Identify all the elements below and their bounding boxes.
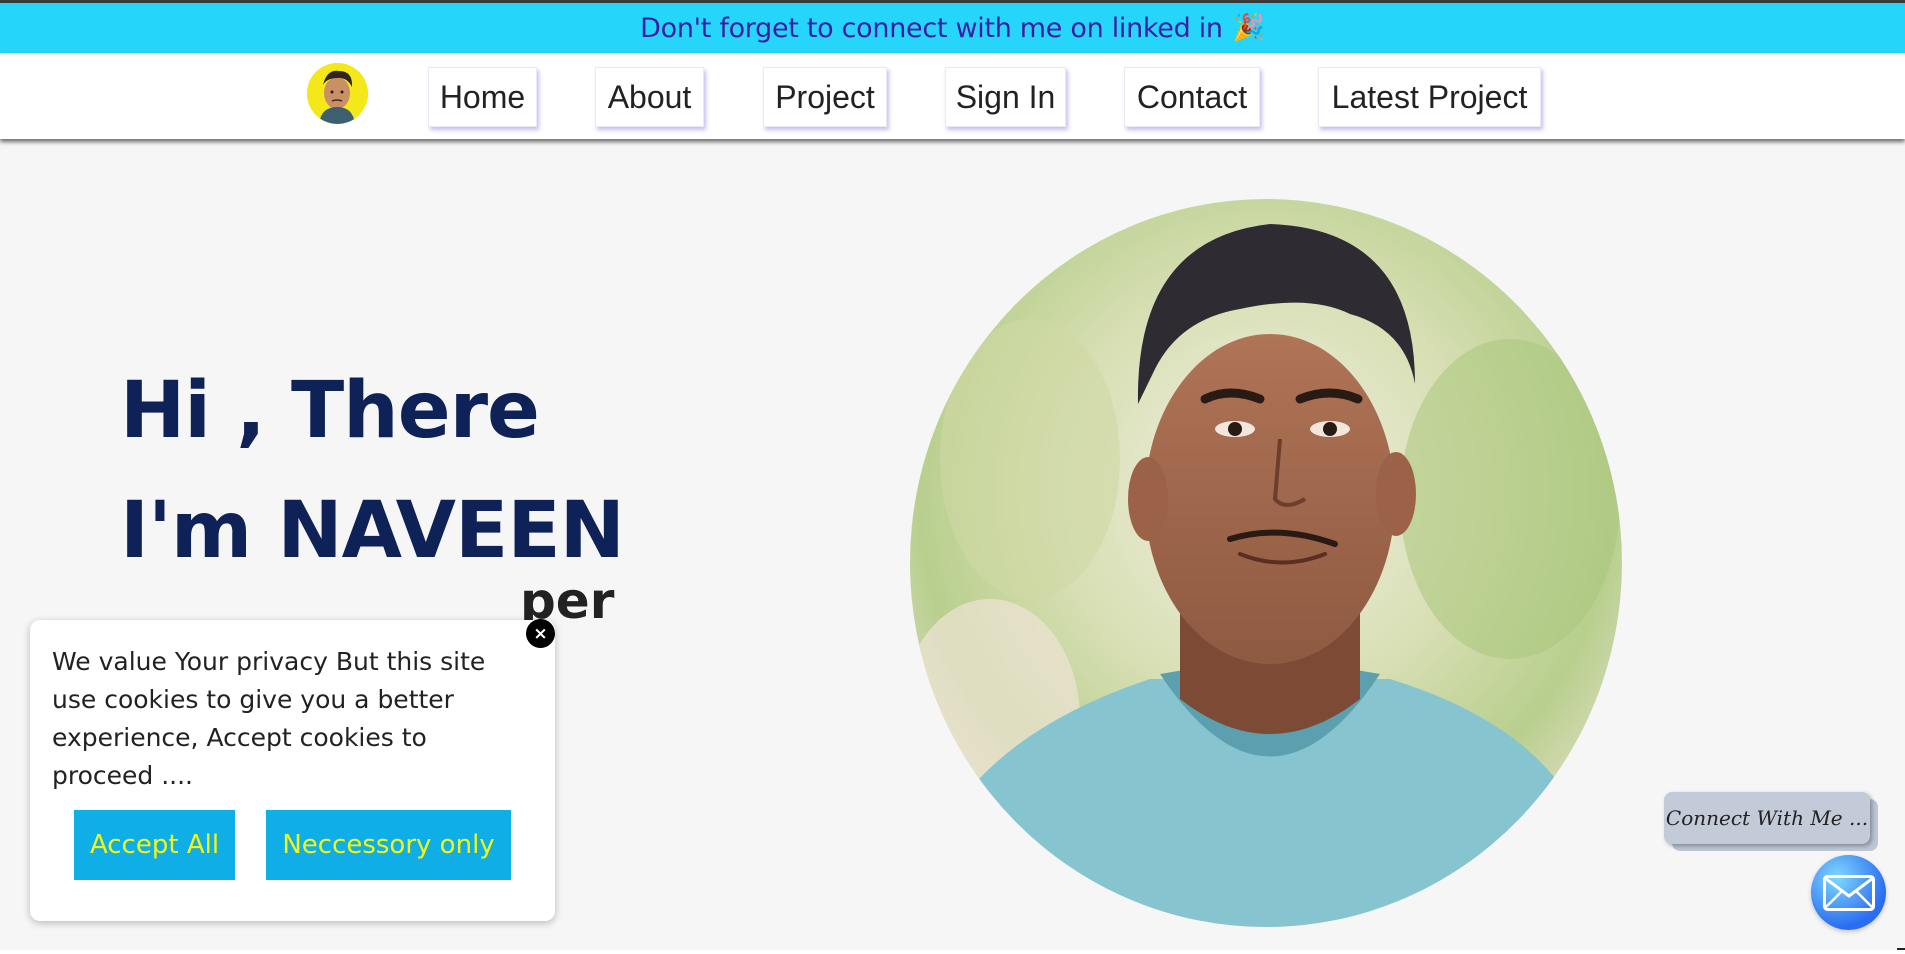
nav-project[interactable]: Project	[763, 67, 887, 127]
cookie-message: We value Your privacy But this site use …	[52, 647, 486, 790]
mail-icon	[1822, 874, 1875, 911]
connect-with-me-button[interactable]: Connect With Me ...	[1664, 792, 1870, 844]
avatar-logo[interactable]	[307, 63, 368, 124]
nav-home[interactable]: Home	[428, 67, 537, 127]
profile-photo	[910, 199, 1622, 927]
nav-contact[interactable]: Contact	[1124, 67, 1260, 127]
announcement-banner: Don't forget to connect with me on linke…	[0, 3, 1905, 53]
banner-text: Don't forget to connect with me on linke…	[640, 12, 1223, 44]
nav-latest-project[interactable]: Latest Project	[1318, 67, 1541, 127]
navbar: Home About Project Sign In Contact Lates…	[0, 53, 1905, 139]
hero-greeting: Hi , There	[120, 366, 540, 456]
close-icon[interactable]: ×	[526, 619, 555, 648]
necessary-only-button[interactable]: Neccessory only	[266, 810, 511, 880]
avatar-icon	[307, 63, 368, 124]
nav-sign-in[interactable]: Sign In	[945, 67, 1066, 127]
nav-about[interactable]: About	[595, 67, 704, 127]
party-popper-icon: 🎉	[1232, 13, 1265, 43]
accept-all-button[interactable]: Accept All	[74, 810, 235, 880]
hero-name: I'm NAVEEN	[120, 486, 625, 576]
cookie-consent-dialog: We value Your privacy But this site use …	[30, 619, 555, 921]
mail-button[interactable]	[1811, 855, 1886, 930]
profile-photo-image	[910, 199, 1622, 927]
page-corner-mark	[1897, 948, 1905, 950]
